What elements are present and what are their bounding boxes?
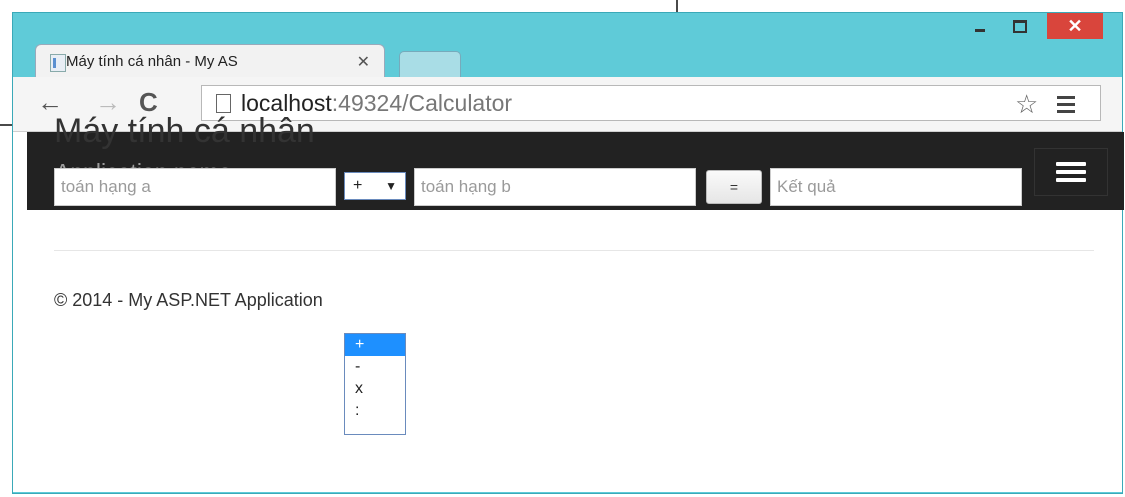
- maximize-icon: [1013, 19, 1027, 33]
- hamburger-icon: [1056, 162, 1086, 166]
- minimize-icon: [975, 28, 985, 32]
- new-tab-button[interactable]: [399, 51, 461, 78]
- operand-b-input[interactable]: toán hạng b: [414, 168, 696, 206]
- tab-close-icon[interactable]: ✕: [357, 52, 370, 72]
- browser-menu-icon[interactable]: [1057, 96, 1075, 117]
- page-favicon-icon: [50, 54, 66, 72]
- footer-copyright: © 2014 - My ASP.NET Application: [54, 290, 323, 310]
- tab-title: Máy tính cá nhân - My AS: [66, 53, 238, 70]
- result-input[interactable]: Kết quả: [770, 168, 1022, 206]
- url-path: :49324/Calculator: [331, 89, 513, 116]
- page-icon: [216, 93, 231, 113]
- close-window-button[interactable]: ✕: [1047, 13, 1103, 39]
- operator-select[interactable]: + ▼: [344, 172, 406, 200]
- bookmark-star-icon[interactable]: ☆: [1015, 91, 1038, 117]
- minimize-button[interactable]: [963, 13, 997, 39]
- page-title: Máy tính cá nhân: [54, 112, 315, 150]
- operator-option-plus[interactable]: +: [345, 334, 405, 356]
- address-bar[interactable]: localhost:49324/Calculator: [201, 85, 1101, 121]
- operand-a-input[interactable]: toán hạng a: [54, 168, 336, 206]
- operator-option-multiply[interactable]: x: [345, 378, 405, 400]
- close-icon: ✕: [1067, 15, 1083, 36]
- dropdown-arrow-icon: ▼: [385, 179, 397, 193]
- tab-calculator[interactable]: Máy tính cá nhân - My AS ✕: [35, 44, 385, 78]
- operator-selected-value: +: [353, 177, 363, 194]
- operator-option-minus[interactable]: -: [345, 356, 405, 378]
- background-divider-vertical: [676, 0, 678, 12]
- equals-button[interactable]: =: [706, 170, 762, 204]
- footer-divider: [54, 250, 1094, 251]
- maximize-button[interactable]: [1003, 13, 1037, 39]
- operator-dropdown-list[interactable]: + - x :: [344, 333, 406, 435]
- browser-window: ✕ Máy tính cá nhân - My AS ✕ ← → C local…: [12, 12, 1124, 494]
- navbar-toggle-button[interactable]: [1034, 148, 1108, 196]
- operator-option-divide[interactable]: :: [345, 400, 405, 422]
